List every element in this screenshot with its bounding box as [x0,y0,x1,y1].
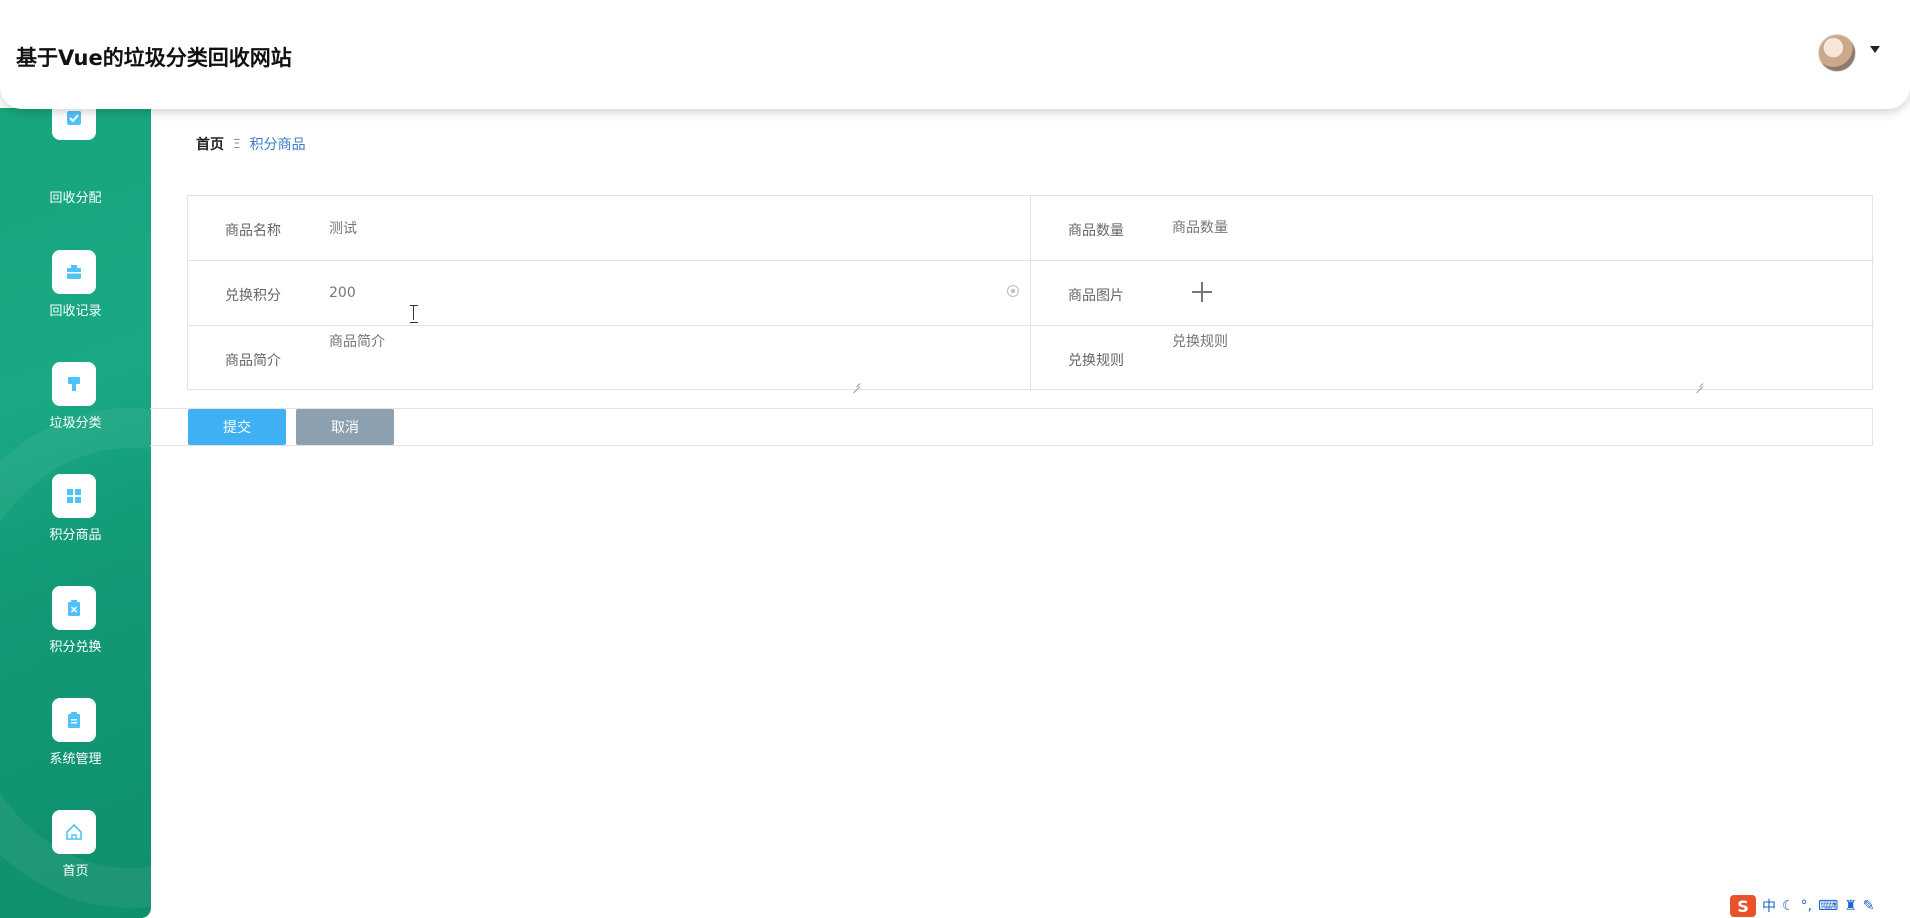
clear-icon[interactable] [1007,285,1019,297]
site-title: 基于Vue的垃圾分类回收网站 [16,46,292,70]
page: 基于Vue的垃圾分类回收网站 回收分配 回收记录 垃圾分类 积分商品 积分兑换 … [0,0,1910,918]
sidebar: 回收分配 回收记录 垃圾分类 积分商品 积分兑换 系统管理 首页 [0,108,151,918]
sidebar-item-sorting[interactable]: 垃圾分类 [0,362,151,442]
sidebar-item-label: 积分商品 [49,528,102,543]
resize-handle-icon[interactable] [851,378,861,388]
sidebar-item-recycle-records[interactable]: 回收记录 [0,250,151,330]
wrench-icon[interactable]: ✎ [1863,898,1875,914]
sidebar-item-label: 首页 [62,864,89,879]
clipboard-x-icon [52,586,96,630]
sidebar-item-label: 系统管理 [49,752,102,767]
clipboard-icon [52,698,96,742]
sidebar-item-label: 积分兑换 [49,640,102,655]
rules-label: 兑换规则 [1068,353,1124,369]
sidebar-item-system[interactable]: 系统管理 [0,698,151,778]
moon-icon[interactable]: ☾ [1782,898,1795,914]
breadcrumb-separator: Ξ [233,137,241,151]
form-row-name: 商品名称 [188,196,1031,261]
image-label: 商品图片 [1068,288,1124,304]
avatar[interactable] [1818,34,1856,72]
sidebar-item-label: 回收分配 [49,191,102,206]
points-input[interactable] [329,285,869,301]
breadcrumb-current: 积分商品 [249,137,306,153]
punctuation-icon[interactable]: °, [1801,898,1812,914]
form-row-rules: 兑换规则 [1031,326,1874,391]
plus-icon[interactable] [1192,282,1212,302]
breadcrumb: 首页 Ξ 积分商品 [196,134,306,154]
grid-icon [52,474,96,518]
text-cursor-icon [410,305,418,323]
top-header: 基于Vue的垃圾分类回收网站 [0,0,1910,109]
ime-tray: S 中 ☾ °, ⌨ ♜ ✎ [1730,894,1910,918]
form-row-intro: 商品简介 [188,326,1031,391]
points-label: 兑换积分 [225,288,281,304]
form-row-image: 商品图片 [1031,261,1874,326]
name-label: 商品名称 [225,223,281,239]
quantity-label: 商品数量 [1068,223,1124,239]
briefcase-icon [52,250,96,294]
sidebar-item-label: 垃圾分类 [49,416,102,431]
name-input[interactable] [329,220,979,236]
shirt-icon[interactable]: ♜ [1844,898,1857,914]
form-row-quantity: 商品数量 [1031,196,1874,261]
form-row-points: 兑换积分 [188,261,1031,326]
sidebar-item-home[interactable]: 首页 [0,810,151,890]
sidebar-item-points-goods[interactable]: 积分商品 [0,474,151,554]
checkbox-icon [52,108,96,140]
breadcrumb-home[interactable]: 首页 [196,134,224,154]
rules-textarea[interactable] [1172,326,1708,390]
sidebar-item-points-exchange[interactable]: 积分兑换 [0,586,151,666]
paint-roller-icon [52,362,96,406]
home-icon [52,810,96,854]
sogou-logo-icon[interactable]: S [1730,895,1756,917]
cancel-button[interactable]: 取消 [296,409,394,445]
sidebar-item-label: 回收记录 [49,304,102,319]
resize-handle-icon[interactable] [1694,378,1704,388]
intro-label: 商品简介 [225,353,281,369]
action-bar: 提交 取消 [150,408,1873,446]
chevron-down-icon[interactable] [1870,46,1880,53]
submit-button[interactable]: 提交 [188,409,286,445]
quantity-input[interactable] [1172,220,1822,236]
keyboard-icon[interactable]: ⌨ [1818,898,1838,914]
goods-form: 商品名称 商品数量 兑换积分 商品图片 商品简介 兑换规则 [187,195,1874,391]
sidebar-item-recycle-assign[interactable]: 回收分配 [0,108,151,206]
ime-mode-label[interactable]: 中 [1762,896,1776,916]
intro-textarea[interactable] [329,326,865,390]
